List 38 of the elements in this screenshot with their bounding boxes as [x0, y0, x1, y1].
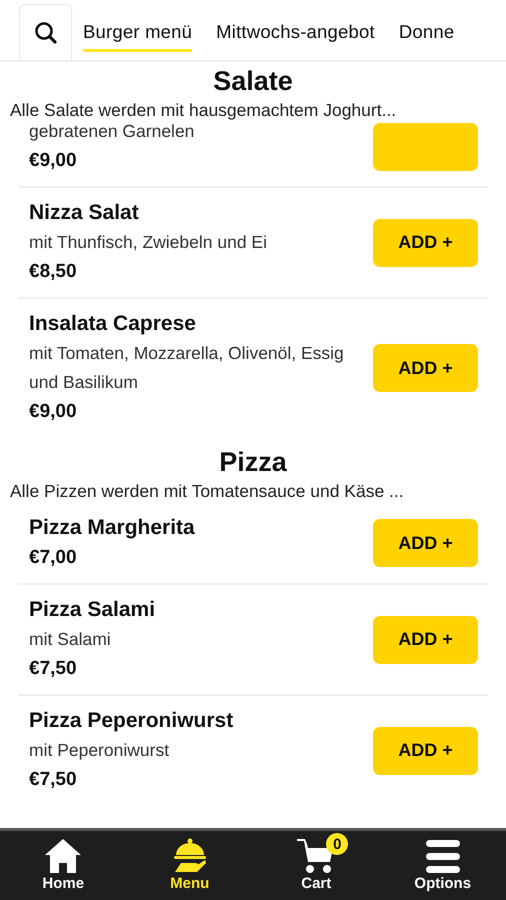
item-description: mit Peperoniwurst [29, 739, 170, 762]
nav-item[interactable]: Options [392, 831, 493, 900]
item-name: Pizza Margherita [29, 515, 196, 541]
item-name: Pizza Salami [29, 597, 156, 623]
add-button[interactable]: ADD + [373, 344, 478, 392]
home-icon [44, 838, 82, 874]
menu-icon [424, 838, 462, 874]
item-description: mit Tomaten, Mozzarella, Olivenöl, Essig und Basilikum [29, 342, 345, 394]
nav-item[interactable]: Menu [140, 831, 240, 900]
section-title: Salate [212, 65, 294, 98]
category-tab[interactable]: Donne [398, 21, 454, 52]
item-price: €7,00 [29, 546, 78, 570]
item-name: Pizza Peperoniwurst [29, 708, 234, 734]
item-name: Nizza Salat [29, 200, 140, 226]
item-description: gebratenen Garnelen [29, 122, 196, 143]
add-button[interactable]: ADD + [373, 726, 478, 774]
item-name: Insalata Caprese [29, 311, 197, 337]
section-description: Alle Pizzen werden mit Tomatensauce und Käse ... [9, 480, 405, 503]
item-price: €9,00 [29, 400, 78, 424]
search-icon [34, 20, 58, 44]
item-description: mit Salami [29, 628, 112, 651]
section-title: Pizza [218, 446, 288, 479]
item-price: €9,00 [29, 149, 78, 173]
add-button[interactable]: ADD + [373, 218, 478, 266]
cart-count-badge: 0 [326, 833, 348, 855]
section-description: Alle Salate werden mit hausgemachtem Joghurt... [9, 99, 398, 122]
category-tab[interactable]: Burger menü [83, 21, 192, 52]
item-price: €8,50 [29, 260, 78, 284]
add-button[interactable]: ADD + [373, 519, 478, 567]
add-button[interactable]: ADD + [373, 616, 478, 664]
nav-item[interactable]: Home [13, 831, 114, 900]
category-tab[interactable]: Mittwochs-angebot [216, 21, 375, 52]
search-button[interactable] [19, 4, 72, 60]
cloche-hand-icon [172, 838, 207, 874]
item-price: €7,50 [29, 768, 78, 792]
item-price: €7,50 [29, 657, 78, 681]
nav-item[interactable]: 0 Cart [266, 831, 366, 900]
item-description: mit Thunfisch, Zwiebeln und Ei [29, 231, 268, 254]
